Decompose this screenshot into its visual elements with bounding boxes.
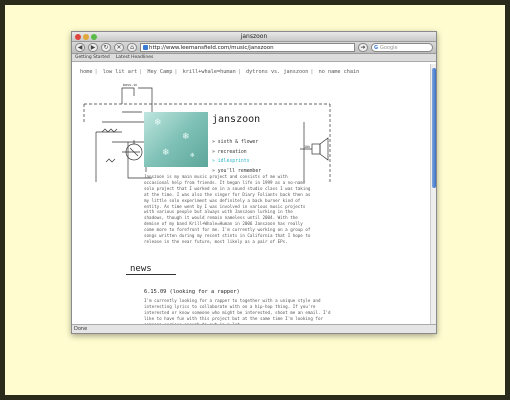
post-body: I'm currently looking for a rapper to to… xyxy=(144,298,331,324)
url-field[interactable]: http://www.leemansfield.com/music/janszo… xyxy=(140,43,355,52)
schematic-label-bass-in: bass-in xyxy=(123,83,137,87)
news-heading-text: news xyxy=(130,264,152,274)
title-bar: janszoon xyxy=(72,32,436,42)
go-icon[interactable]: ➜ xyxy=(358,43,368,52)
nav-low-lit-art[interactable]: low lit art xyxy=(103,69,137,75)
back-icon[interactable]: ◀ xyxy=(75,43,85,52)
site-title: janszoon xyxy=(212,114,261,125)
window-title: janszoon xyxy=(240,33,268,40)
snowflake-icon: ❄ xyxy=(182,132,190,142)
bookmarks-bar: Getting Started Latest Headlines xyxy=(72,54,436,62)
menu-idlesprints[interactable]: » idlesprints xyxy=(212,157,261,167)
bookmark-latest-headlines[interactable]: Latest Headlines xyxy=(116,54,154,61)
menu-recreation[interactable]: » recreation xyxy=(212,148,261,158)
reload-icon[interactable]: ↻ xyxy=(101,43,111,52)
nav-dytrons-vs-janszoon[interactable]: dytrons vs. janszoon xyxy=(246,69,308,75)
status-bar: Done xyxy=(72,324,436,333)
page-viewport: home | low lit art | Hey Camp | krill+whale… xyxy=(72,64,436,324)
snowflake-icon: ❄ xyxy=(190,152,196,159)
scrollbar-thumb[interactable] xyxy=(432,68,436,188)
site-favicon-icon xyxy=(143,45,148,50)
nav-krill-whale-human[interactable]: krill+whale=human xyxy=(183,69,236,75)
nav-hey-camp[interactable]: Hey Camp xyxy=(147,69,172,75)
release-menu: » sixth & flower » recreation » idlespri… xyxy=(212,138,261,176)
bookmark-getting-started[interactable]: Getting Started xyxy=(75,54,110,61)
search-placeholder: Google xyxy=(380,45,398,51)
bio-paragraph: Janszoon is my main music project and co… xyxy=(144,174,311,244)
news-heading: news xyxy=(126,264,176,275)
forward-icon[interactable]: ▶ xyxy=(88,43,98,52)
menu-sixth-flower[interactable]: » sixth & flower xyxy=(212,138,261,148)
url-text: http://www.leemansfield.com/music/janszo… xyxy=(149,45,274,51)
schematic-label-10k: 10k xyxy=(304,145,310,149)
album-cover-image: ❄ ❄ ❄ ❄ xyxy=(144,112,208,167)
search-input[interactable]: G Google xyxy=(371,43,433,52)
heading-rule xyxy=(126,274,176,275)
vertical-scrollbar[interactable] xyxy=(430,64,436,324)
stop-icon[interactable]: ✕ xyxy=(114,43,124,52)
browser-window: janszoon ◀ ▶ ↻ ✕ ⌂ http://www.leemansfie… xyxy=(71,31,437,334)
site-nav: home | low lit art | Hey Camp | krill+whale… xyxy=(80,69,360,75)
nav-home[interactable]: home xyxy=(80,69,93,75)
google-icon: G xyxy=(374,45,379,51)
snowflake-icon: ❄ xyxy=(162,148,170,158)
nav-no-name-chain[interactable]: no name chain xyxy=(319,69,360,75)
snowflake-icon: ❄ xyxy=(154,118,162,128)
post-title: 6.15.09 (looking for a rapper) xyxy=(144,289,240,295)
navigation-toolbar: ◀ ▶ ↻ ✕ ⌂ http://www.leemansfield.com/mu… xyxy=(72,42,436,54)
home-icon[interactable]: ⌂ xyxy=(127,43,137,52)
